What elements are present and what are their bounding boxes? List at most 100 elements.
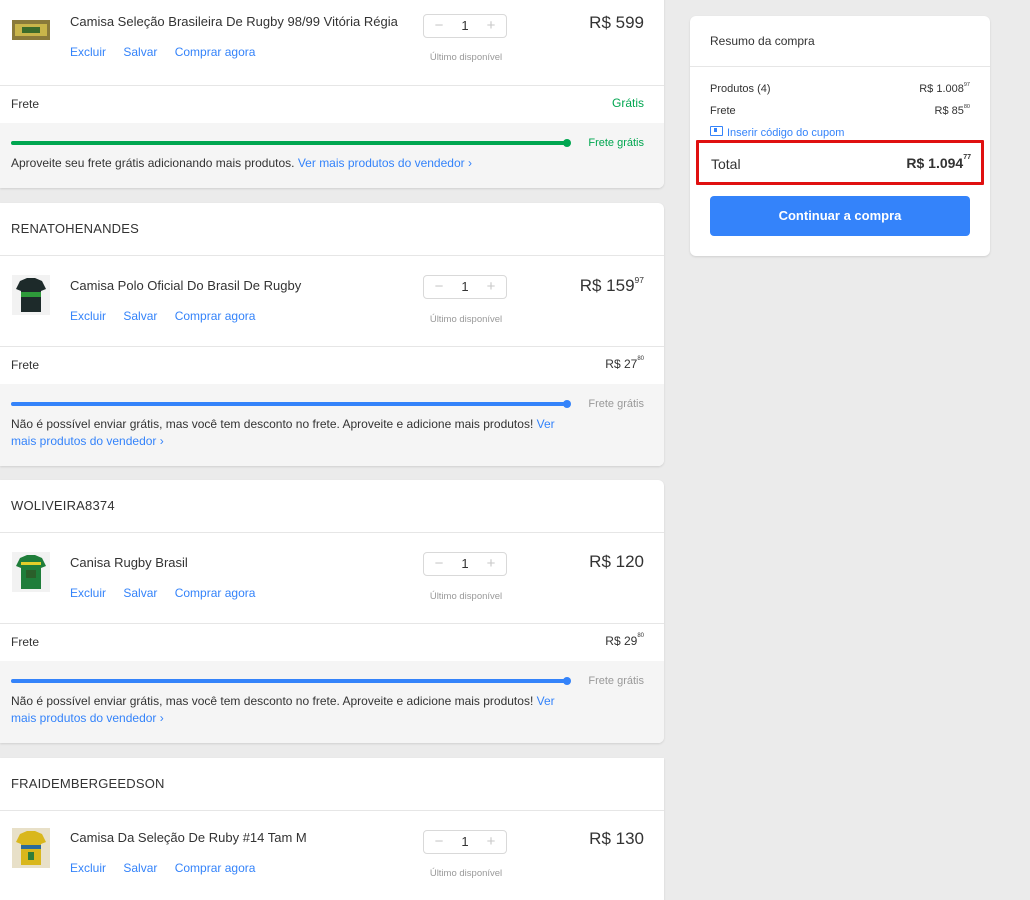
item-actions: Excluir Salvar Comprar agora	[70, 861, 269, 875]
buy-now-link[interactable]: Comprar agora	[175, 861, 256, 875]
shipping-summary-integer: R$ 85	[934, 105, 964, 117]
product-title[interactable]: Camisa Polo Oficial Do Brasil De Rugby	[70, 278, 301, 293]
shipping-free-value: Grátis	[611, 96, 644, 110]
quantity-value[interactable]: 1	[450, 276, 480, 298]
seller-name[interactable]: RENATOHENANDES	[11, 221, 139, 236]
product-thumbnail[interactable]	[12, 20, 50, 40]
product-title[interactable]: Camisa Da Seleção De Ruby #14 Tam M	[70, 830, 307, 845]
increase-quantity-button[interactable]: +	[478, 831, 504, 853]
shipping-label: Frete	[11, 358, 40, 372]
save-link[interactable]: Salvar	[123, 861, 157, 875]
decrease-quantity-button[interactable]: −	[426, 553, 452, 575]
shipping-price: R$ 2980	[605, 633, 644, 648]
item-actions: Excluir Salvar Comprar agora	[70, 586, 269, 600]
shipping-progress-bar	[11, 677, 571, 685]
increase-quantity-button[interactable]: +	[478, 553, 504, 575]
product-title[interactable]: Camisa Seleção Brasileira De Rugby 98/99…	[70, 14, 398, 29]
quantity-stepper: − 1 +	[423, 552, 507, 576]
coupon-label[interactable]: Inserir código do cupom	[727, 127, 844, 139]
shipping-progress-bar	[11, 400, 571, 408]
progress-knob	[563, 400, 571, 408]
delete-link[interactable]: Excluir	[70, 586, 106, 600]
total-highlight-box: Total R$ 1.09477	[696, 140, 984, 185]
seller-header: RENATOHENANDES	[0, 203, 664, 256]
cart-item: Camisa Da Seleção De Ruby #14 Tam M Excl…	[0, 810, 664, 900]
promo-message: Aproveite seu frete grátis adicionando m…	[11, 155, 556, 172]
item-actions: Excluir Salvar Comprar agora	[70, 45, 269, 59]
price-integer: R$ 159	[579, 276, 635, 295]
buy-now-link[interactable]: Comprar agora	[175, 45, 256, 59]
promo-text: Não é possível enviar grátis, mas você t…	[11, 694, 534, 708]
item-actions: Excluir Salvar Comprar agora	[70, 309, 269, 323]
shipping-summary-value: R$ 8580	[934, 104, 970, 117]
shipping-row: Frete R$ 2980	[0, 623, 664, 662]
product-price: R$ 120	[589, 552, 644, 572]
product-price: R$ 15997	[579, 275, 644, 296]
product-price: R$ 130	[589, 829, 644, 849]
price-integer: R$ 130	[589, 829, 644, 848]
product-thumbnail[interactable]	[12, 275, 50, 315]
continue-purchase-button[interactable]: Continuar a compra	[710, 196, 970, 236]
decrease-quantity-button[interactable]: −	[426, 276, 452, 298]
quantity-value[interactable]: 1	[450, 553, 480, 575]
products-label: Produtos (4)	[710, 83, 771, 95]
free-shipping-label: Frete grátis	[588, 398, 644, 410]
seller-header: FRAIDEMBERGEEDSON	[0, 758, 664, 811]
product-thumbnail[interactable]	[12, 552, 50, 592]
buy-now-link[interactable]: Comprar agora	[175, 309, 256, 323]
seller-name[interactable]: FRAIDEMBERGEEDSON	[11, 776, 165, 791]
save-link[interactable]: Salvar	[123, 45, 157, 59]
increase-quantity-button[interactable]: +	[478, 15, 504, 37]
product-thumbnail[interactable]	[12, 828, 50, 868]
seller-products-link[interactable]: Ver mais produtos do vendedor ›	[298, 156, 472, 170]
shipping-progress-fill	[11, 677, 571, 685]
coupon-link[interactable]: Inserir código do cupom	[710, 126, 844, 139]
delete-link[interactable]: Excluir	[70, 861, 106, 875]
stock-note: Último disponível	[429, 591, 503, 602]
quantity-stepper: − 1 +	[423, 830, 507, 854]
shipping-summary-cents: 80	[963, 104, 970, 111]
cart-item: Camisa Seleção Brasileira De Rugby 98/99…	[0, 0, 664, 85]
decrease-quantity-button[interactable]: −	[426, 831, 452, 853]
delete-link[interactable]: Excluir	[70, 309, 106, 323]
decrease-quantity-button[interactable]: −	[426, 15, 452, 37]
delete-link[interactable]: Excluir	[70, 45, 106, 59]
seller-card-1: Camisa Seleção Brasileira De Rugby 98/99…	[0, 0, 664, 188]
stock-note: Último disponível	[429, 314, 503, 325]
free-shipping-promo: Frete grátis Aproveite seu frete grátis …	[0, 123, 664, 188]
save-link[interactable]: Salvar	[123, 309, 157, 323]
quantity-value[interactable]: 1	[450, 831, 480, 853]
price-integer: R$ 599	[589, 13, 644, 32]
price-cents: 97	[634, 275, 644, 286]
purchase-summary: Resumo da compra Produtos (4) R$ 1.00897…	[690, 16, 990, 256]
free-shipping-label: Frete grátis	[588, 675, 644, 687]
cart-item: Camisa Polo Oficial Do Brasil De Rugby E…	[0, 255, 664, 346]
quantity-value[interactable]: 1	[450, 15, 480, 37]
buy-now-link[interactable]: Comprar agora	[175, 586, 256, 600]
free-shipping-promo: Frete grátis Não é possível enviar gráti…	[0, 384, 664, 466]
products-row: Produtos (4) R$ 1.00897	[710, 82, 970, 95]
products-value: R$ 1.00897	[919, 82, 970, 95]
shipping-price-integer: R$ 29	[605, 634, 638, 648]
progress-knob	[563, 677, 571, 685]
save-link[interactable]: Salvar	[123, 586, 157, 600]
cart-item: Canisa Rugby Brasil Excluir Salvar Compr…	[0, 532, 664, 623]
increase-quantity-button[interactable]: +	[478, 276, 504, 298]
promo-text: Não é possível enviar grátis, mas você t…	[11, 417, 534, 431]
promo-text: Aproveite seu frete grátis adicionando m…	[11, 156, 295, 170]
total-value: R$ 1.09477	[906, 154, 971, 171]
quantity-stepper: − 1 +	[423, 14, 507, 38]
seller-header: WOLIVEIRA8374	[0, 480, 664, 533]
products-value-cents: 97	[963, 82, 970, 89]
summary-divider	[690, 66, 990, 67]
seller-card-4: FRAIDEMBERGEEDSON Camisa Da Seleção De R…	[0, 758, 664, 900]
total-value-cents: 77	[963, 154, 971, 162]
free-shipping-label: Frete grátis	[588, 137, 644, 149]
seller-name[interactable]: WOLIVEIRA8374	[11, 498, 115, 513]
summary-title: Resumo da compra	[710, 34, 815, 48]
promo-message: Não é possível enviar grátis, mas você t…	[11, 416, 556, 450]
product-title[interactable]: Canisa Rugby Brasil	[70, 555, 188, 570]
products-value-integer: R$ 1.008	[919, 83, 964, 95]
shipping-progress-fill	[11, 139, 571, 147]
shipping-price: R$ 2780	[605, 356, 644, 371]
